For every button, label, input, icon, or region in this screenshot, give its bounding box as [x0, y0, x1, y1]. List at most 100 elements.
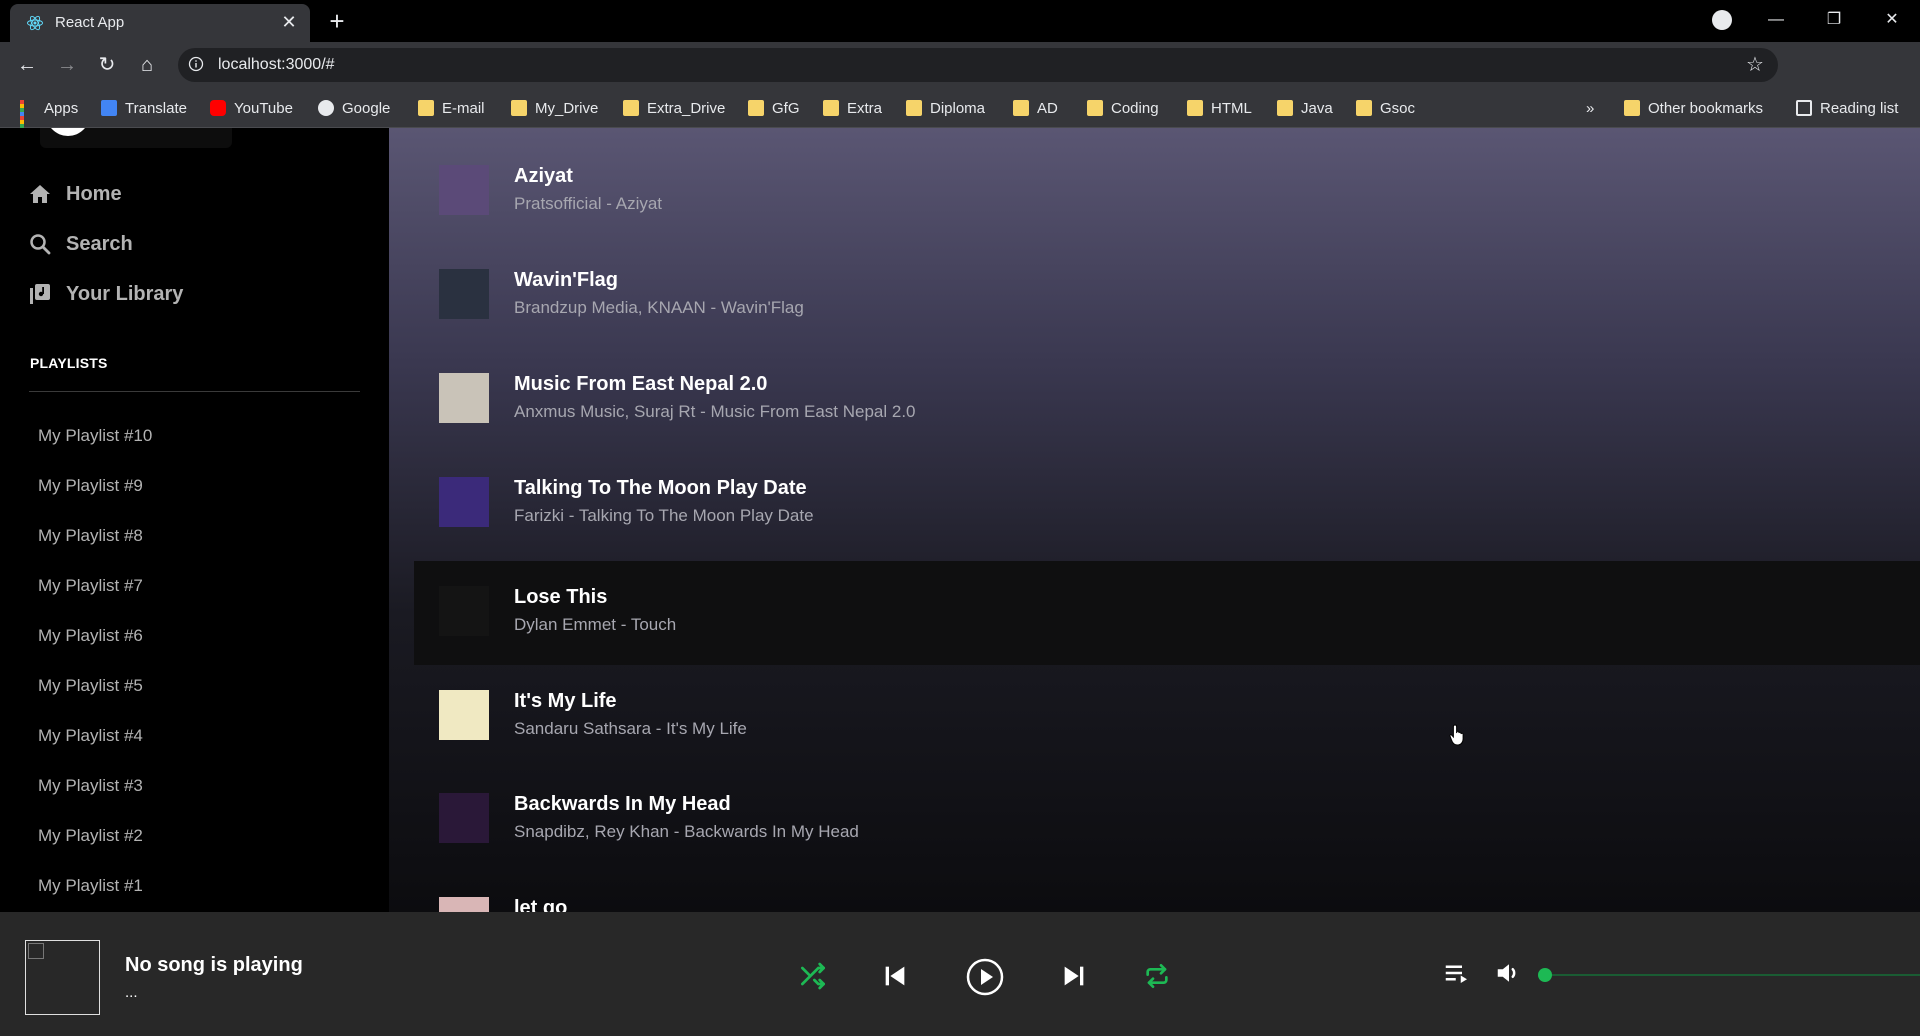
shuffle-button[interactable]	[797, 960, 829, 992]
volume-slider[interactable]	[1544, 974, 1920, 976]
bookmark-youtube[interactable]: YouTube	[210, 96, 293, 120]
url-text: localhost:3000/#	[218, 56, 335, 73]
sidebar: Home Search Your Library PLAYLISTS My Pl…	[0, 128, 389, 912]
tab-search-icon[interactable]	[1712, 10, 1732, 30]
minimize-icon[interactable]: —	[1748, 0, 1804, 40]
globe-icon	[318, 100, 334, 116]
bookmark-java[interactable]: Java	[1277, 96, 1333, 120]
bookmark-label: Other bookmarks	[1648, 99, 1764, 117]
now-playing-art	[25, 940, 100, 1015]
bookmark-label: Apps	[44, 99, 79, 117]
folder-icon	[906, 100, 922, 116]
close-tab-icon[interactable]: ✕	[278, 11, 300, 33]
bookmarks-overflow-button[interactable]: »	[1586, 96, 1594, 120]
song-title: Aziyat	[514, 165, 573, 187]
react-icon	[27, 15, 43, 31]
bookmark-google[interactable]: Google	[318, 96, 390, 120]
volume-button[interactable]	[1494, 958, 1524, 988]
playlist-item[interactable]: My Playlist #10	[38, 426, 152, 446]
folder-icon	[511, 100, 527, 116]
playlist-item[interactable]: My Playlist #6	[38, 626, 143, 646]
reload-icon[interactable]: ↻	[92, 50, 122, 80]
nav-home[interactable]: Home	[28, 179, 122, 209]
song-row[interactable]: Backwards In My Head Snapdibz, Rey Khan …	[414, 768, 1920, 872]
volume-slider-thumb[interactable]	[1538, 968, 1552, 982]
bookmark-apps[interactable]: Apps	[20, 96, 79, 136]
back-icon[interactable]: ←	[12, 50, 42, 80]
playlist-item[interactable]: My Playlist #9	[38, 476, 143, 496]
playlists-heading: PLAYLISTS	[30, 355, 108, 371]
album-art	[439, 373, 489, 423]
song-subtitle: Sandaru Sathsara - It's My Life	[514, 719, 747, 738]
play-button[interactable]	[965, 957, 1005, 997]
playlist-item[interactable]: My Playlist #8	[38, 526, 143, 546]
song-row[interactable]: It's My Life Sandaru Sathsara - It's My …	[414, 665, 1920, 769]
skip-previous-icon	[885, 966, 905, 986]
address-bar[interactable]: localhost:3000/# ☆	[178, 48, 1778, 82]
playlist-item[interactable]: My Playlist #7	[38, 576, 143, 596]
folder-icon	[748, 100, 764, 116]
song-row[interactable]: Wavin'Flag Brandzup Media, KNAAN - Wavin…	[414, 244, 1920, 348]
browser-toolbar: ← → ↻ ⌂ localhost:3000/# ☆ ⋮	[0, 42, 1920, 120]
folder-icon	[1187, 100, 1203, 116]
repeat-button[interactable]	[1141, 960, 1173, 992]
bookmark-other[interactable]: Other bookmarks	[1624, 96, 1763, 120]
home-browser-icon[interactable]: ⌂	[132, 50, 162, 80]
song-subtitle: Pratsofficial - Aziyat	[514, 194, 663, 213]
browser-tab[interactable]: React App ✕	[10, 4, 310, 42]
forward-icon[interactable]: →	[52, 50, 82, 80]
translate-icon	[101, 100, 117, 116]
bookmark-diploma[interactable]: Diploma	[906, 96, 985, 120]
volume-icon	[1497, 964, 1516, 982]
bookmark-star-icon[interactable]: ☆	[1746, 54, 1768, 76]
bookmark-extra[interactable]: Extra	[823, 96, 882, 120]
bookmark-ad[interactable]: AD	[1013, 96, 1058, 120]
restore-icon[interactable]: ❐	[1806, 0, 1862, 40]
skip-next-icon	[1064, 966, 1084, 986]
bookmark-gsoc[interactable]: Gsoc	[1356, 96, 1415, 120]
bookmark-translate[interactable]: Translate	[101, 96, 187, 120]
song-row[interactable]: Music From East Nepal 2.0 Anxmus Music, …	[414, 348, 1920, 452]
now-playing-title: No song is playing	[125, 954, 303, 976]
song-title: Music From East Nepal 2.0	[514, 373, 768, 395]
folder-icon	[418, 100, 434, 116]
playlist-item[interactable]: My Playlist #1	[38, 876, 143, 896]
album-art	[439, 690, 489, 740]
song-row[interactable]: let go	[414, 872, 1920, 912]
nav-search[interactable]: Search	[28, 229, 133, 259]
reading-list-button[interactable]: Reading list	[1796, 96, 1898, 120]
folder-icon	[1013, 100, 1029, 116]
bookmark-extra-drive[interactable]: Extra_Drive	[623, 96, 725, 120]
bookmark-label: Google	[342, 99, 391, 117]
new-tab-icon[interactable]: +	[323, 8, 351, 36]
info-icon[interactable]	[188, 56, 204, 72]
nav-library[interactable]: Your Library	[28, 279, 183, 309]
bookmark-my-drive[interactable]: My_Drive	[511, 96, 598, 120]
next-button[interactable]	[1058, 960, 1090, 992]
bookmark-label: AD	[1037, 99, 1058, 117]
playlist-item[interactable]: My Playlist #2	[38, 826, 143, 846]
playlist-item[interactable]: My Playlist #4	[38, 726, 143, 746]
search-icon	[30, 234, 51, 255]
song-subtitle: Dylan Emmet - Touch	[514, 615, 677, 634]
song-row[interactable]: Talking To The Moon Play Date Farizki - …	[414, 452, 1920, 556]
bookmark-label: HTML	[1211, 99, 1252, 117]
playlist-item[interactable]: My Playlist #3	[38, 776, 143, 796]
album-art	[439, 269, 489, 319]
bookmark-coding[interactable]: Coding	[1087, 96, 1159, 120]
song-row[interactable]: Aziyat Pratsofficial - Aziyat	[414, 140, 1920, 244]
album-art	[439, 897, 489, 912]
queue-button[interactable]	[1442, 958, 1472, 988]
song-title: It's My Life	[514, 690, 617, 712]
playlist-item[interactable]: My Playlist #5	[38, 676, 143, 696]
bookmark-label: Diploma	[930, 99, 986, 117]
bookmark-email[interactable]: E-mail	[418, 96, 485, 120]
bookmark-label: Extra	[847, 99, 883, 117]
song-list: Aziyat Pratsofficial - Aziyat Wavin'Flag…	[389, 128, 1920, 912]
previous-button[interactable]	[879, 960, 911, 992]
bookmark-gfg[interactable]: GfG	[748, 96, 800, 120]
bookmark-html[interactable]: HTML	[1187, 96, 1252, 120]
close-window-icon[interactable]: ✕	[1864, 0, 1920, 40]
nav-label: Home	[66, 182, 122, 205]
song-row[interactable]: Lose This Dylan Emmet - Touch	[414, 561, 1920, 665]
